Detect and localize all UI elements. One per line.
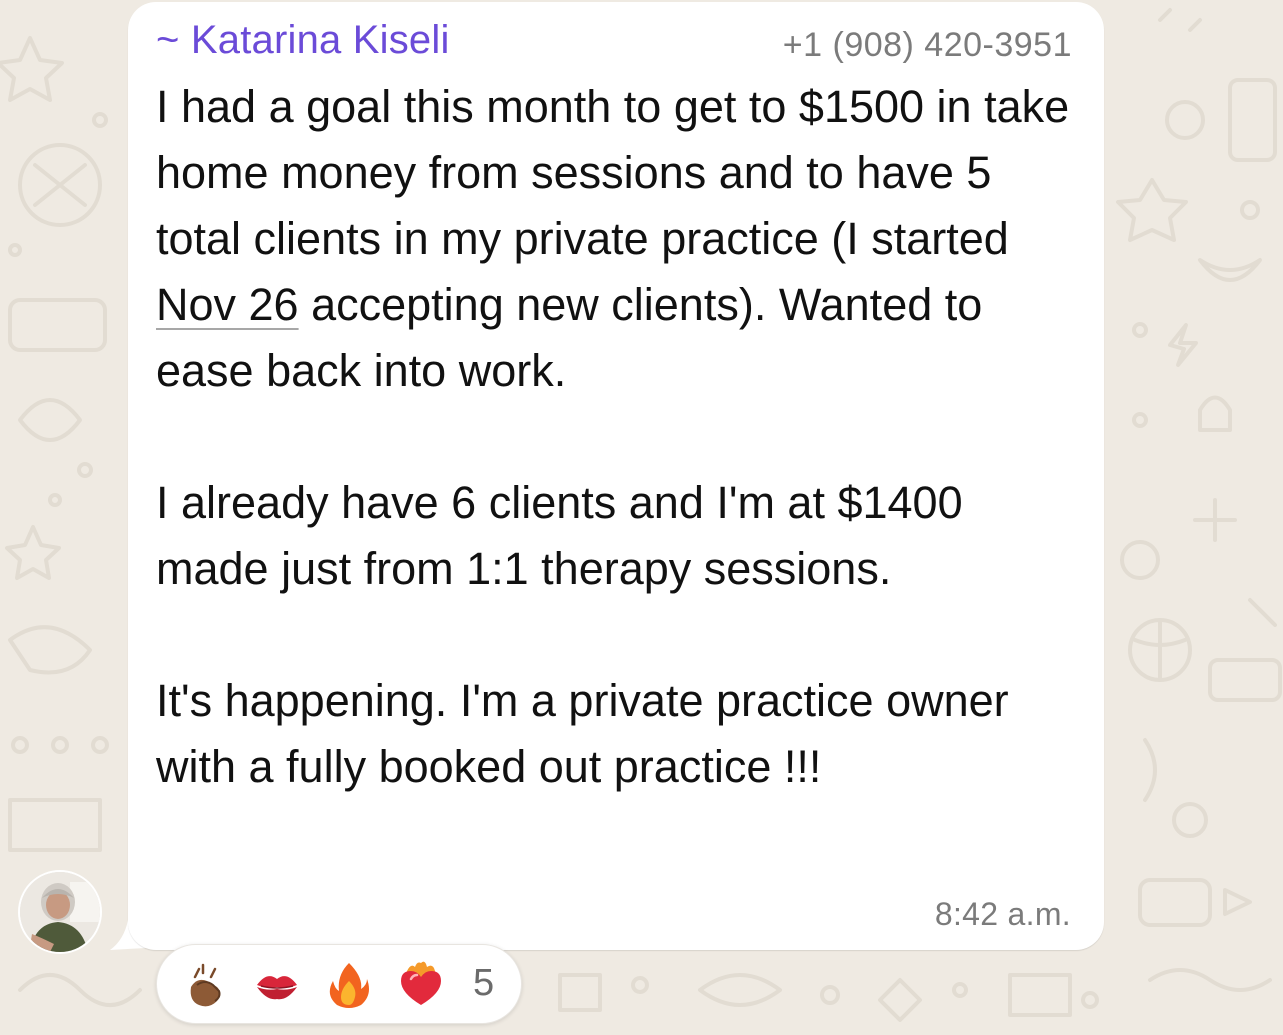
message-timestamp: 8:42 a.m. — [934, 896, 1071, 932]
avatar-photo — [20, 872, 100, 952]
message-text: I had a goal this month to get to $1500 … — [156, 74, 1076, 800]
heart-on-fire-icon — [401, 961, 441, 1005]
message-text-segment: I had a goal this month to get to $1500 … — [156, 81, 1070, 264]
message-header: ~ Katarina Kiseli +1 (908) 420-3951 — [156, 18, 1072, 70]
kiss-mark-icon — [257, 976, 297, 1000]
clapping-hands-icon — [190, 963, 221, 1007]
date-link[interactable]: Nov 26 — [156, 279, 299, 330]
message-paragraph-3: It's happening. I'm a private practice o… — [156, 675, 1009, 792]
message-paragraph-1: I had a goal this month to get to $1500 … — [156, 74, 1076, 404]
sender-phone-number[interactable]: +1 (908) 420-3951 — [783, 26, 1072, 65]
reactions-bar[interactable]: 5 — [156, 944, 522, 1024]
sender-avatar[interactable] — [18, 870, 102, 954]
message-paragraph-2: I already have 6 clients and I'm at $140… — [156, 477, 963, 594]
fire-icon — [329, 963, 369, 1008]
sender-name[interactable]: ~ Katarina Kiseli — [156, 18, 450, 63]
reaction-count: 5 — [473, 962, 495, 1004]
